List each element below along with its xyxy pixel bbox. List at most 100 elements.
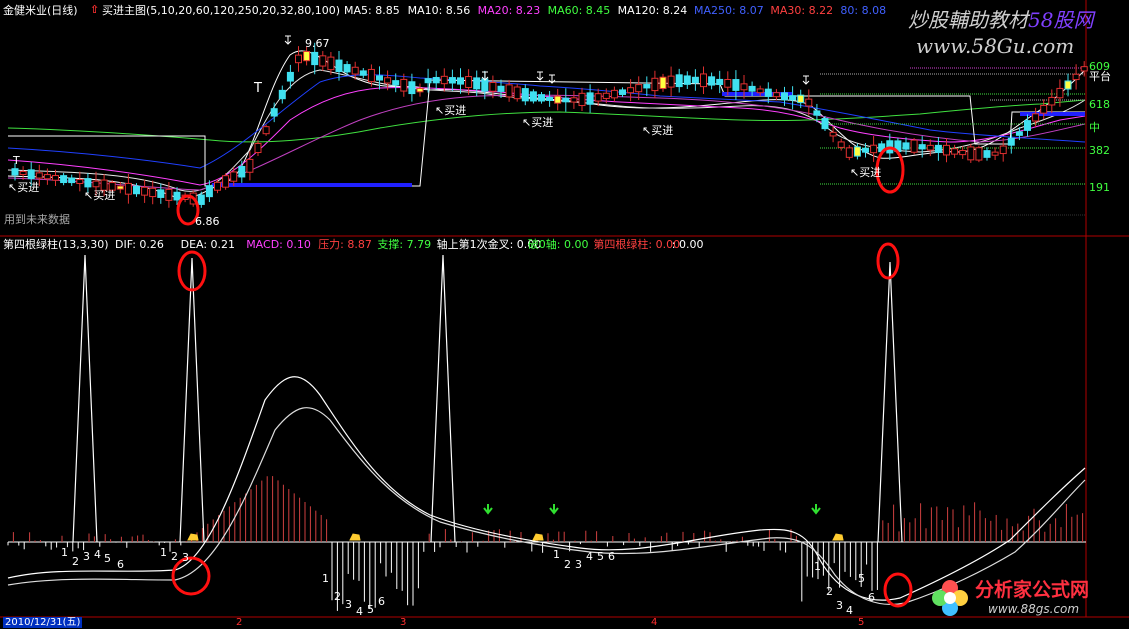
candle-body — [424, 78, 432, 84]
buy-signal-1-text: 买进 — [17, 181, 40, 194]
candle-body — [546, 96, 554, 101]
candle-body — [295, 54, 302, 64]
candle-body — [902, 142, 910, 150]
candle-body — [214, 181, 221, 191]
sub-legend-item-3: 压力: 8.87 — [318, 238, 372, 251]
candle-body — [975, 147, 983, 161]
ma-legend-item-7: 80: 8.08 — [840, 4, 887, 17]
candle-body — [910, 139, 918, 153]
candle-body — [983, 150, 991, 158]
price-chart[interactable] — [0, 0, 1129, 628]
candle-body — [238, 165, 246, 178]
high-price-label: 9.67 — [305, 37, 330, 50]
count-label: 6 — [608, 550, 615, 563]
red-circle-marker-4 — [171, 556, 211, 596]
candle-body — [1024, 120, 1031, 131]
count-label: 5 — [367, 603, 374, 616]
sub-legend-item-1: DEA: 0.21 — [180, 238, 236, 251]
count-label: 2 — [171, 550, 178, 563]
candle-body — [505, 84, 513, 98]
candle-body — [141, 186, 149, 196]
candle-body — [1015, 131, 1023, 136]
candle-body — [497, 85, 505, 92]
candle-body — [748, 85, 756, 92]
count-label: 2 — [334, 590, 341, 603]
candle-body — [246, 158, 254, 173]
candle-body — [513, 86, 521, 100]
candle-body — [862, 147, 869, 153]
count-label: 1 — [160, 546, 167, 559]
candle-body — [84, 178, 92, 188]
candle-body — [627, 87, 635, 94]
dif-line — [7, 376, 1086, 601]
count-label: 1 — [553, 548, 560, 561]
candle-body — [926, 144, 934, 151]
count-label: 5 — [597, 550, 604, 563]
candle-body — [440, 75, 448, 85]
candle-body — [416, 87, 424, 93]
candle-body — [60, 175, 68, 184]
count-label: 6 — [117, 558, 124, 571]
candle-body — [52, 175, 59, 181]
ma-legend-item-1: MA10: 8.56 — [407, 4, 471, 17]
candle-body — [489, 82, 497, 92]
buy-signal-1: ↖买进 — [8, 181, 40, 194]
candle-body — [327, 56, 335, 71]
watermark-line1: 炒股輔助教材58股网 — [908, 8, 1093, 32]
candle-body — [1056, 87, 1064, 99]
count-label: 2 — [564, 558, 571, 571]
indicator-params[interactable]: 买进主图(5,10,20,60,120,250,20,32,80,100) — [102, 4, 340, 17]
watermark-brand: 58股网 — [1028, 8, 1094, 32]
ma-legend-item-0: MA5: 8.85 — [344, 4, 400, 17]
candle-body — [376, 75, 383, 81]
sub-legend-item-7: 第四根绿柱: 0.00 — [593, 238, 681, 251]
candle-body — [562, 97, 570, 103]
t-marker-1: T — [254, 81, 262, 96]
watermark-bottom-url: www.88gs.com — [988, 602, 1080, 616]
count-label: 3 — [345, 598, 352, 611]
hand-signal-icon — [187, 533, 199, 541]
candle-body — [286, 71, 294, 82]
buy-signal-2-text: 买进 — [93, 189, 116, 202]
candle-body — [270, 108, 278, 117]
candle-body — [959, 149, 967, 156]
date-month-5: 5 — [858, 617, 865, 628]
candle-body — [335, 59, 343, 73]
candle-body — [610, 89, 618, 99]
candle-body — [918, 144, 926, 150]
count-label: 5 — [858, 572, 865, 585]
dea-line — [7, 407, 1086, 606]
candle-body — [408, 81, 416, 95]
candle-body — [1040, 104, 1048, 114]
candle-body — [384, 77, 392, 84]
candle-body — [659, 76, 667, 90]
candle-body — [149, 187, 157, 198]
count-label: 5 — [104, 552, 111, 565]
candle-body — [643, 84, 651, 89]
candle-body — [797, 94, 805, 104]
buy-signal-2: ↖买进 — [84, 189, 116, 202]
buy-signal-5-text: 买进 — [651, 124, 674, 137]
candle-body — [173, 191, 181, 201]
candle-body — [262, 126, 270, 135]
candle-body — [529, 91, 537, 102]
candle-body — [651, 77, 659, 92]
date-first[interactable]: 2010/12/31(五) — [3, 617, 83, 628]
red-circle-marker-3 — [876, 242, 900, 280]
buy-signal-4-text: 买进 — [531, 116, 554, 129]
count-label: 4 — [846, 604, 853, 617]
candle-body — [343, 64, 351, 73]
sub-indicator-title[interactable]: 第四根绿柱(13,3,30) — [3, 238, 109, 251]
count-label: 6 — [378, 595, 385, 608]
green-down-arrow-icon — [549, 504, 559, 515]
count-label: 4 — [94, 548, 101, 561]
candle-body — [813, 110, 821, 116]
count-label: 3 — [836, 599, 843, 612]
signal-spike-1 — [179, 257, 205, 543]
candle-body — [700, 73, 707, 88]
candle-body — [11, 168, 19, 176]
signal-spike-0 — [72, 254, 98, 543]
count-label: 2 — [826, 585, 833, 598]
buy-signal-4: ↖买进 — [522, 116, 554, 129]
candle-body — [619, 89, 626, 95]
